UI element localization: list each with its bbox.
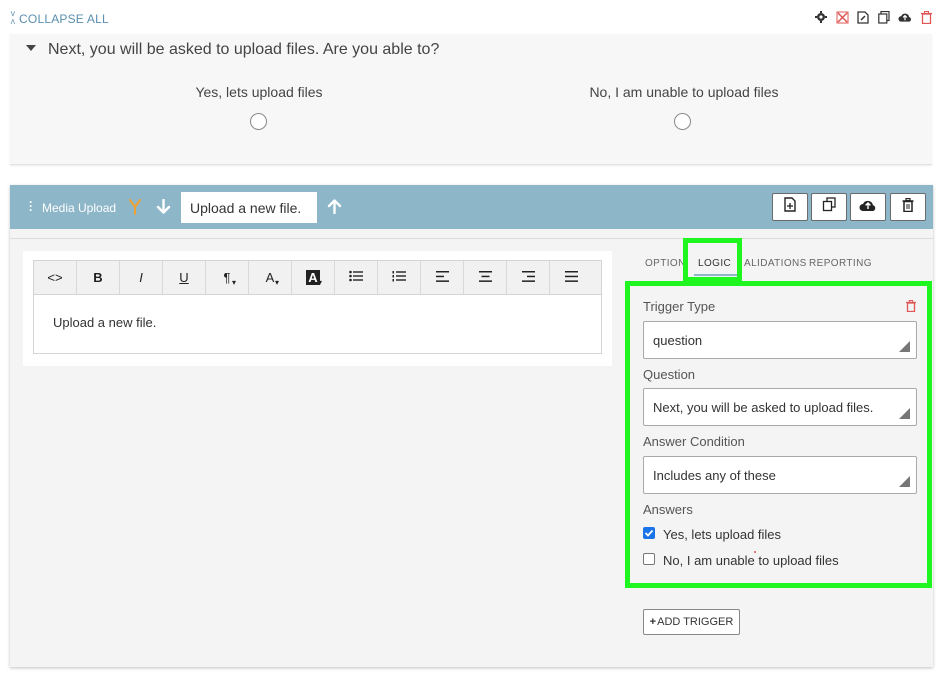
media-upload-label: Media Upload (42, 201, 117, 215)
align-right-button[interactable] (507, 261, 550, 294)
document-edit-icon[interactable] (856, 10, 870, 24)
rich-text-editor: <> B I U ¶ ▾ A ▾ A ▾ Upload a new file. (23, 251, 612, 366)
cloud-upload-icon (859, 198, 877, 217)
answer-condition-select[interactable]: Includes any of these (643, 456, 917, 494)
numbered-list-button[interactable] (378, 261, 421, 294)
tab-options[interactable]: OPTION (645, 258, 686, 269)
document-icon (783, 197, 797, 217)
collapse-all-button[interactable]: ˅ ˄ COLLAPSE ALL (10, 9, 109, 28)
cancel-x-icon[interactable] (835, 10, 849, 24)
question-title: Next, you will be asked to upload files.… (48, 41, 440, 58)
background-color-button[interactable]: A ▾ (292, 261, 335, 294)
underline-button[interactable]: U (163, 261, 206, 294)
delete-button[interactable] (890, 193, 926, 221)
align-center-icon (478, 270, 492, 285)
tab-validations[interactable]: ALIDATIONS (744, 258, 807, 269)
bold-button[interactable]: B (77, 261, 120, 294)
question-title-input[interactable] (181, 192, 317, 223)
answer-condition-label: Answer Condition (643, 434, 745, 449)
cloud-upload-button[interactable] (850, 193, 886, 221)
trash-icon[interactable] (919, 10, 933, 24)
collapse-all-label: COLLAPSE ALL (19, 12, 109, 26)
text-color-button[interactable]: A ▾ (249, 261, 292, 294)
collapse-chevron-icon: ˅ ˄ (10, 9, 16, 28)
copy-icon[interactable] (877, 10, 891, 24)
duplicate-icon (822, 197, 837, 217)
gear-icon[interactable] (814, 10, 828, 24)
highlight-box-tab (683, 238, 742, 282)
trigger-type-label: Trigger Type (643, 299, 716, 314)
media-upload-card: · · · Media Upload Upload a new file. <>… (10, 185, 933, 667)
add-trigger-button[interactable]: + ADD TRIGGER (643, 609, 740, 635)
caret-down-icon[interactable] (26, 45, 36, 51)
answer-checkbox-no[interactable] (643, 553, 655, 565)
trigger-type-select[interactable]: question (643, 321, 917, 359)
answers-label: Answers (643, 502, 693, 517)
bulleted-list-icon (349, 270, 363, 285)
select-arrow-icon (899, 341, 910, 352)
align-justify-button[interactable] (550, 261, 593, 294)
paragraph-format-button[interactable]: ¶ ▾ (206, 261, 249, 294)
numbered-list-icon (392, 270, 406, 285)
align-left-button[interactable] (421, 261, 464, 294)
italic-button[interactable]: I (120, 261, 163, 294)
align-left-icon (435, 270, 449, 285)
answer-label-no: No, I am unable to upload files (663, 553, 839, 568)
document-button[interactable] (772, 193, 808, 221)
header-divider (10, 229, 933, 239)
select-arrow-icon (899, 476, 910, 487)
editor-toolbar: <> B I U ¶ ▾ A ▾ A ▾ (33, 260, 602, 295)
align-justify-icon (565, 270, 578, 285)
cloud-upload-icon[interactable] (898, 10, 912, 24)
code-view-button[interactable]: <> (34, 261, 77, 294)
question-select[interactable]: Next, you will be asked to upload files. (643, 388, 917, 426)
question-card: Next, you will be asked to upload files.… (10, 34, 932, 165)
media-upload-header: · · · Media Upload (10, 185, 933, 229)
align-center-button[interactable] (464, 261, 507, 294)
select-arrow-icon (899, 408, 910, 419)
duplicate-button[interactable] (811, 193, 847, 221)
drag-handle-icon[interactable]: · · · (29, 196, 33, 216)
radio-yes[interactable] (250, 113, 267, 130)
required-dot (754, 551, 756, 553)
answer-checkbox-yes[interactable] (643, 527, 655, 539)
plus-icon: + (649, 616, 657, 628)
option-label-no: No, I am unable to upload files (589, 84, 779, 100)
question-label: Question (643, 367, 696, 382)
option-label-yes: Yes, lets upload files (195, 84, 323, 100)
branch-icon[interactable] (128, 198, 142, 220)
bulleted-list-button[interactable] (335, 261, 378, 294)
answer-label-yes: Yes, lets upload files (663, 527, 782, 542)
editor-body[interactable]: Upload a new file. (33, 295, 602, 354)
trash-icon (902, 197, 914, 217)
align-right-icon (521, 270, 535, 285)
trash-icon[interactable] (906, 299, 916, 317)
move-up-icon[interactable] (327, 199, 342, 219)
move-down-icon[interactable] (156, 198, 171, 219)
top-toolbar (814, 10, 933, 24)
tab-reporting[interactable]: REPORTING (809, 258, 872, 269)
radio-no[interactable] (674, 113, 691, 130)
